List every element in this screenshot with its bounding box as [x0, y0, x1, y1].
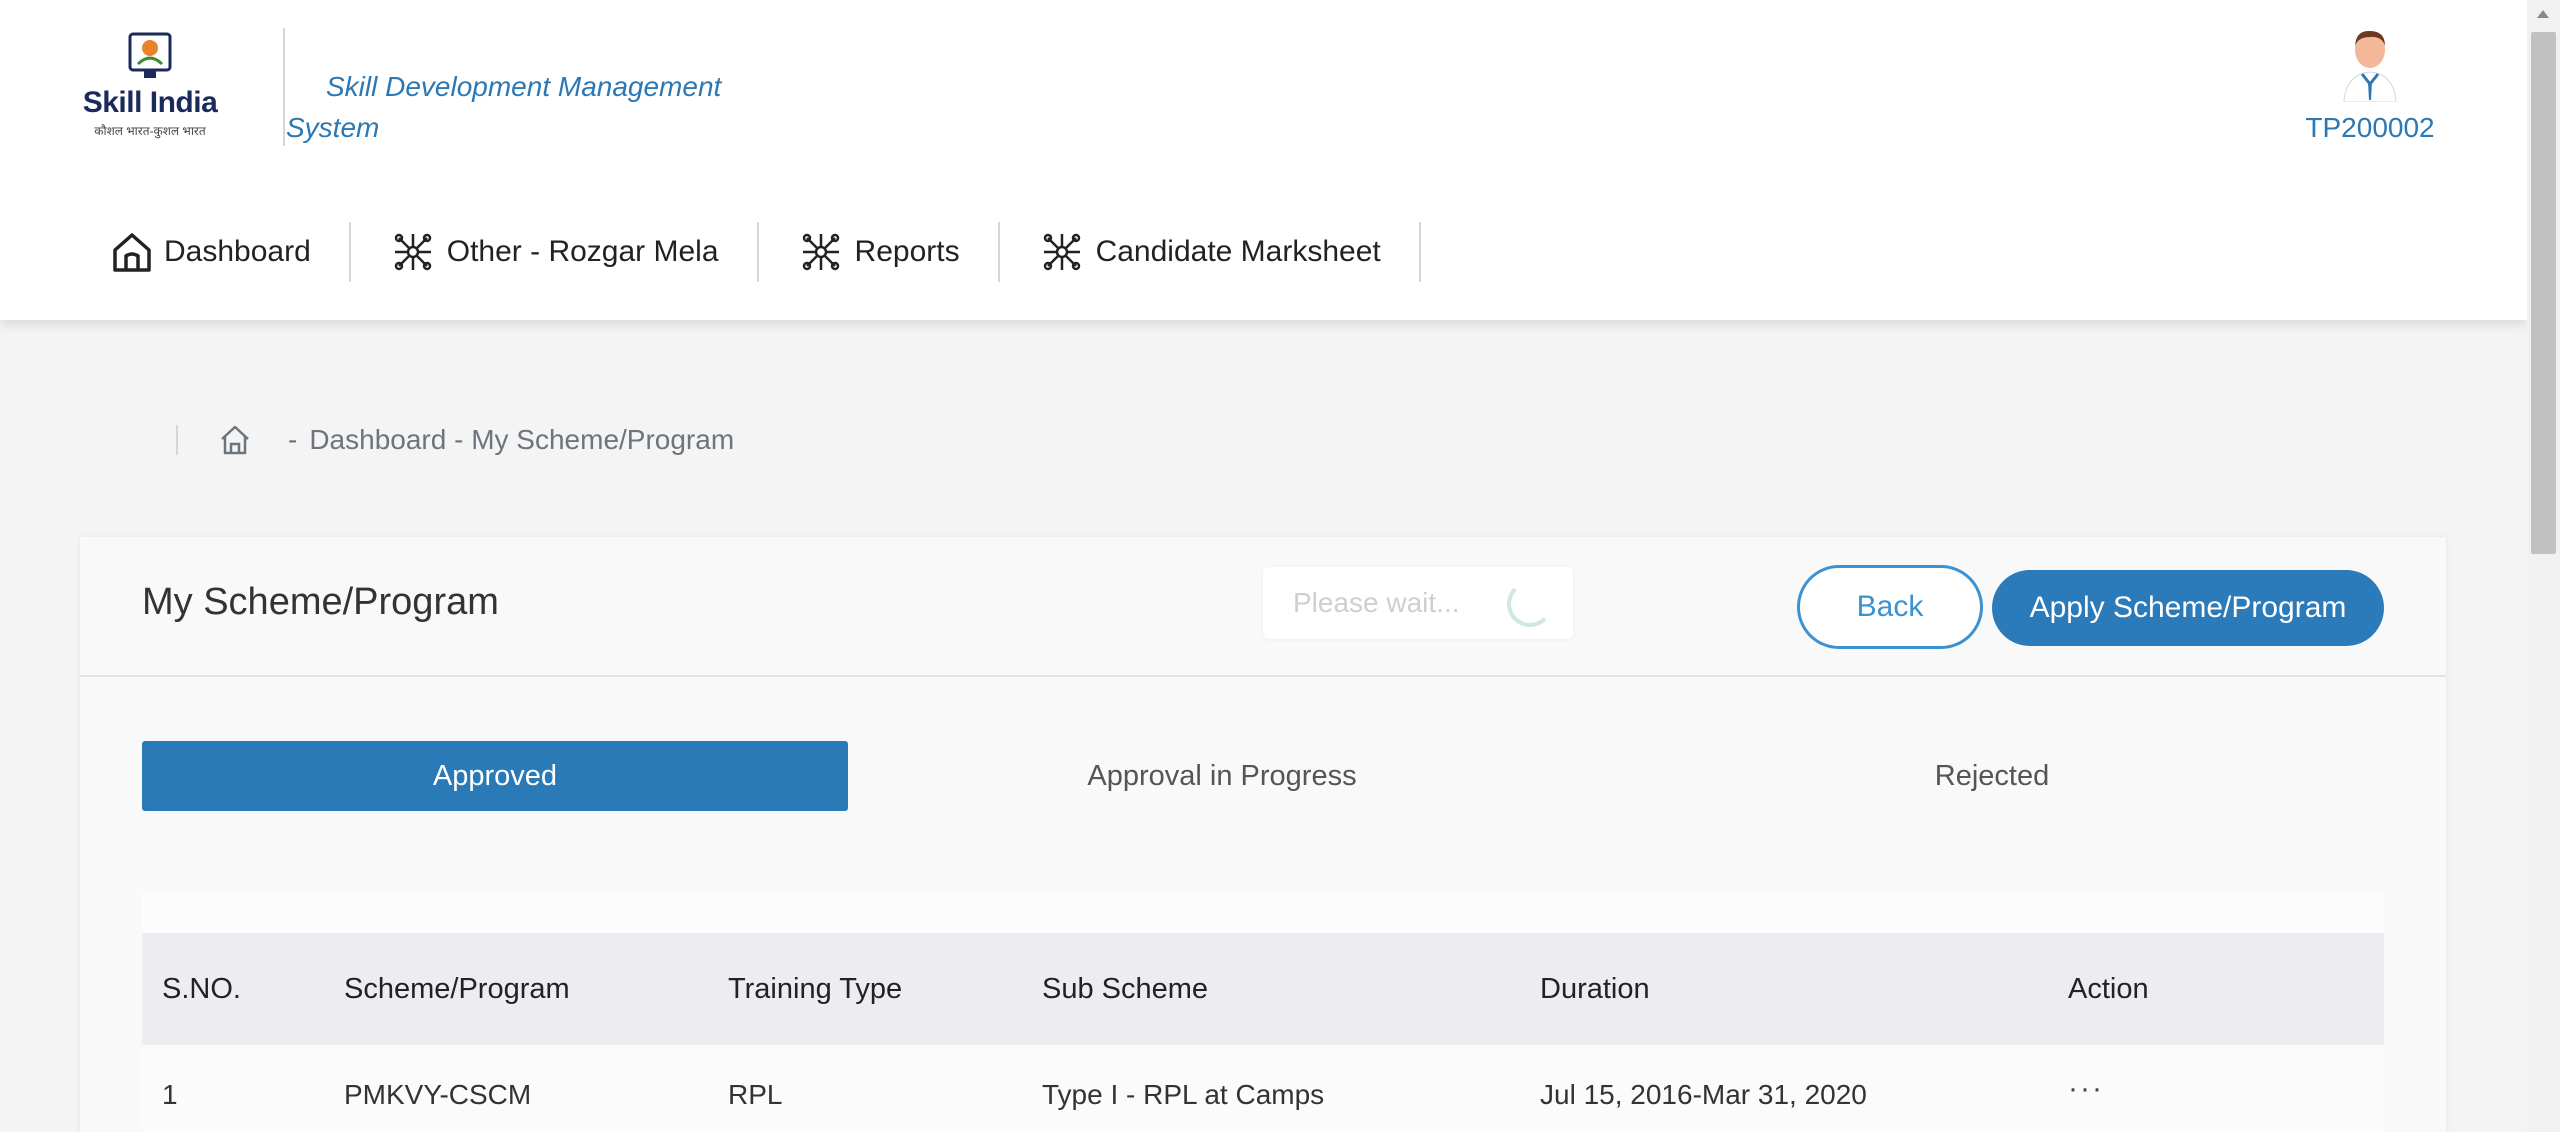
cell-duration: Jul 15, 2016-Mar 31, 2020	[1540, 1079, 1867, 1110]
loading-text: Please wait...	[1293, 587, 1460, 618]
logo-subtext: कौशल भारत-कुशल भारत	[94, 124, 206, 138]
tab-rejected[interactable]: Rejected	[1742, 741, 2242, 811]
user-id-label: TP200002	[2305, 112, 2435, 143]
loading-indicator: Please wait...	[1263, 567, 1573, 639]
column-header-action: Action	[2068, 972, 2149, 1005]
breadcrumb-divider	[176, 425, 178, 455]
scrollbar-thumb[interactable]	[2531, 32, 2556, 554]
nav-reports-label: Reports	[854, 235, 960, 268]
main-nav: Dashboard Other - Rozgar Mela Reports Ca…	[100, 222, 1421, 282]
home-icon[interactable]	[218, 423, 252, 457]
nav-dashboard-label: Dashboard	[164, 235, 311, 268]
column-header-sno[interactable]: S.NO.	[142, 973, 344, 1006]
table-header: S.NO. Scheme/Program Training Type Sub S…	[142, 933, 2384, 1045]
more-actions-icon[interactable]: ···	[2068, 1072, 2104, 1105]
nav-other-rozgar-mela[interactable]: Other - Rozgar Mela	[351, 222, 759, 282]
header-divider	[283, 28, 285, 146]
apply-scheme-button[interactable]: Apply Scheme/Program	[1992, 570, 2384, 646]
home-icon	[113, 233, 151, 272]
page-title: My Scheme/Program	[142, 581, 499, 623]
nav-reports[interactable]: Reports	[759, 222, 1000, 282]
column-header-sub-scheme[interactable]: Sub Scheme	[1042, 973, 1540, 1006]
breadcrumb-separator: -	[288, 424, 298, 455]
nav-candidate-marksheet[interactable]: Candidate Marksheet	[1000, 222, 1421, 282]
back-button[interactable]: Back	[1797, 565, 1983, 649]
scheme-table: S.NO. Scheme/Program Training Type Sub S…	[142, 891, 2384, 1132]
status-tabs: Approved Approval in Progress Rejected	[142, 741, 2384, 811]
column-header-training-type[interactable]: Training Type	[728, 973, 1042, 1006]
breadcrumb-path[interactable]: Dashboard - My Scheme/Program	[309, 424, 734, 456]
nav-other-rozgar-mela-label: Other - Rozgar Mela	[446, 235, 719, 268]
page-scrollbar[interactable]	[2527, 0, 2560, 1132]
top-header: Skill India कौशल भारत-कुशल भारत Skill De…	[0, 0, 2527, 320]
nav-dashboard[interactable]: Dashboard	[100, 222, 351, 282]
app-title: Skill Development Management System	[286, 71, 722, 143]
scroll-up-arrow-icon[interactable]	[2537, 10, 2549, 18]
table-row: 1 PMKVY-CSCM RPL Type I - RPL at Camps J…	[142, 1045, 2384, 1132]
cell-training-type: RPL	[728, 1079, 783, 1110]
cell-scheme: PMKVY-CSCM	[344, 1079, 532, 1110]
network-icon	[1043, 233, 1080, 271]
nav-candidate-marksheet-label: Candidate Marksheet	[1095, 235, 1381, 268]
scheme-card: My Scheme/Program Please wait... Back Ap…	[80, 537, 2446, 1132]
spinner-icon	[1507, 581, 1553, 627]
skill-india-logo[interactable]: Skill India कौशल भारत-कुशल भारत	[80, 30, 220, 150]
user-profile[interactable]: TP200002	[2300, 28, 2440, 144]
column-header-duration[interactable]: Duration	[1540, 973, 2068, 1006]
tab-approved[interactable]: Approved	[142, 741, 848, 811]
cell-sub-scheme: Type I - RPL at Camps	[1042, 1079, 1325, 1110]
network-icon	[394, 233, 432, 271]
skill-india-emblem-icon	[128, 32, 172, 78]
column-header-scheme[interactable]: Scheme/Program	[344, 973, 728, 1006]
card-header: My Scheme/Program Please wait... Back Ap…	[80, 537, 2446, 677]
tab-approval-in-progress[interactable]: Approval in Progress	[922, 741, 1522, 811]
user-avatar-icon	[2343, 30, 2397, 102]
logo-text: Skill India	[82, 86, 218, 119]
network-icon	[802, 233, 839, 271]
breadcrumb: - Dashboard - My Scheme/Program	[176, 420, 734, 460]
cell-sno: 1	[162, 1079, 178, 1110]
